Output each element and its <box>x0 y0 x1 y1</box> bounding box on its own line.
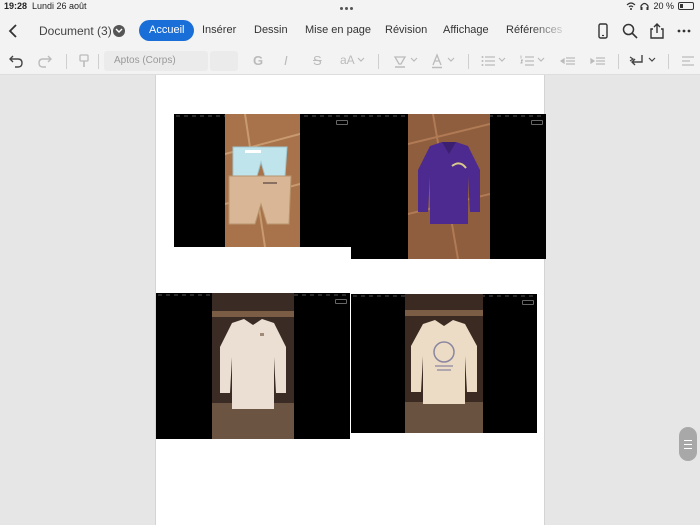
increase-indent-icon[interactable] <box>590 53 606 69</box>
title-bar: Document (3) Accueil Insérer Dessin Mise… <box>0 14 700 48</box>
italic-button[interactable]: I <box>284 53 288 68</box>
photo-shorts-image <box>225 114 300 247</box>
search-icon[interactable] <box>621 22 639 40</box>
photo-ui-button <box>531 120 543 125</box>
font-name-field[interactable]: Aptos (Corps) <box>104 51 208 71</box>
toolbar-divider <box>66 54 67 69</box>
photo-ui-button <box>522 300 534 305</box>
chevron-down-icon[interactable] <box>410 57 418 63</box>
bold-button[interactable]: G <box>253 53 263 68</box>
tab-inserer[interactable]: Insérer <box>192 20 246 41</box>
numbered-list-icon[interactable] <box>519 53 535 69</box>
highlight-icon[interactable] <box>392 53 408 69</box>
toolbar-divider <box>468 54 469 69</box>
chevron-down-icon[interactable] <box>113 25 125 37</box>
more-icon[interactable] <box>675 22 693 40</box>
align-icon[interactable] <box>680 53 696 69</box>
share-icon[interactable] <box>648 22 666 40</box>
format-painter-icon[interactable] <box>76 53 92 69</box>
photo-ui-button <box>336 120 348 125</box>
battery-percent: 20 % <box>653 1 674 11</box>
change-case-button[interactable]: aA <box>340 53 355 67</box>
back-icon[interactable] <box>6 22 22 40</box>
status-bar: 19:28 Lundi 26 août 20 % <box>0 0 700 14</box>
tab-affichage[interactable]: Affichage <box>433 20 499 41</box>
toolbar-divider <box>618 54 619 69</box>
undo-icon[interactable] <box>8 53 24 69</box>
toolbar-divider <box>668 54 669 69</box>
tab-accueil[interactable]: Accueil <box>139 20 195 41</box>
toolbar-divider <box>378 54 379 69</box>
chevron-down-icon[interactable] <box>447 57 455 63</box>
tab-fade <box>530 20 570 42</box>
decrease-indent-icon[interactable] <box>560 53 576 69</box>
chevron-down-icon[interactable] <box>537 57 545 63</box>
tab-mise-en-page[interactable]: Mise en page <box>295 20 381 41</box>
photo-printed-sweater-image <box>405 294 483 433</box>
phone-view-icon[interactable] <box>594 22 612 40</box>
strikethrough-button[interactable]: S <box>313 53 322 68</box>
ribbon-toolbar: Aptos (Corps) G I S aA <box>0 48 700 75</box>
photo-white-shirt-image <box>212 293 294 439</box>
document-page[interactable] <box>155 75 546 525</box>
photo-printed-sweater[interactable] <box>351 294 537 433</box>
photo-ui-button <box>335 299 347 304</box>
chevron-down-icon[interactable] <box>648 57 656 63</box>
toolbar-divider <box>98 54 99 69</box>
photo-purple-polo-image <box>408 114 490 259</box>
tab-dessin[interactable]: Dessin <box>244 20 298 41</box>
status-indicators: 20 % <box>626 1 694 11</box>
photo-shorts[interactable] <box>174 114 351 247</box>
tab-revision[interactable]: Révision <box>375 20 437 41</box>
wifi-icon <box>627 2 636 10</box>
photo-purple-polo[interactable] <box>351 114 546 259</box>
bullet-list-icon[interactable] <box>480 53 496 69</box>
font-color-icon[interactable] <box>429 53 445 69</box>
status-time: 19:28 <box>4 1 28 11</box>
photo-white-shirt[interactable] <box>156 293 350 439</box>
status-date: Lundi 26 août <box>32 1 87 11</box>
font-size-field[interactable] <box>210 51 238 71</box>
redo-icon[interactable] <box>37 53 53 69</box>
document-title[interactable]: Document (3) <box>39 24 112 38</box>
battery-icon <box>678 2 694 10</box>
scroll-handle[interactable] <box>679 427 697 461</box>
chevron-down-icon[interactable] <box>357 57 365 63</box>
paragraph-mark-icon[interactable] <box>628 53 646 69</box>
chevron-down-icon[interactable] <box>498 57 506 63</box>
headphones-icon <box>640 2 650 10</box>
multitasking-dots-icon[interactable] <box>340 2 360 10</box>
